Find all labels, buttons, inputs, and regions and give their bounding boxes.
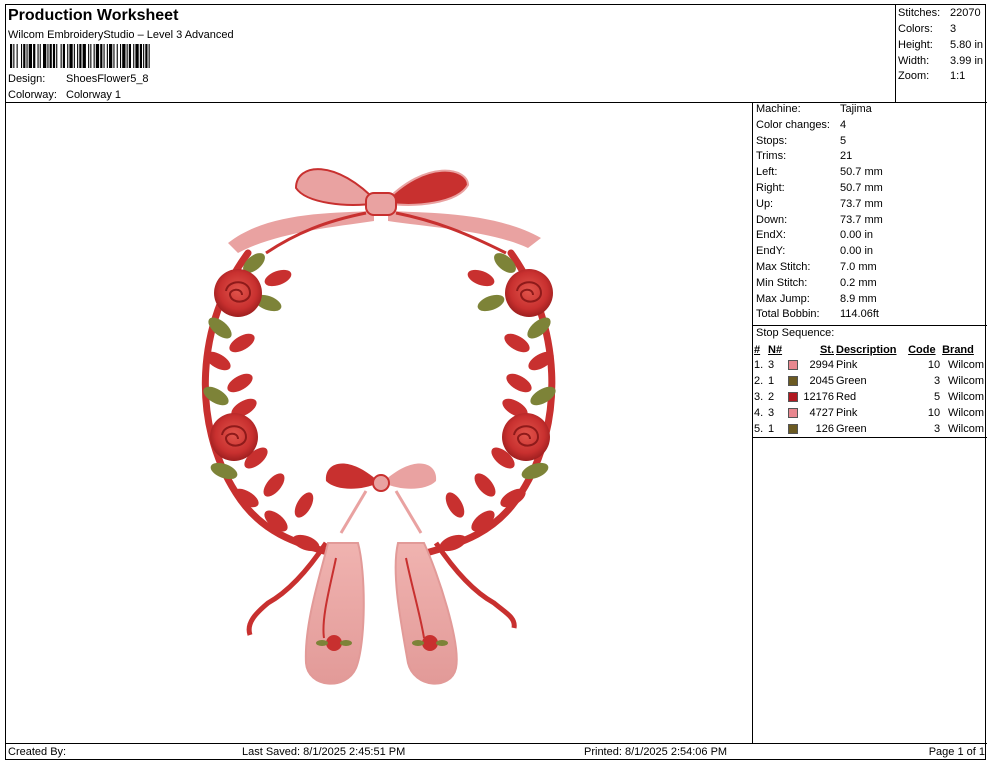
needle-number: 1 [768,375,775,387]
stop-index: 1. [754,359,764,371]
info-row: EndY: 0.00 in [756,245,874,258]
col-header: # [754,343,761,356]
info-row: Down: 73.7 mm [756,213,883,226]
info-row: Left: 50.7 mm [756,166,883,179]
header: Production Worksheet Wilcom EmbroiderySt… [6,5,895,103]
color-description: Pink [836,359,858,371]
summary-panel: Stitches: 22070 Colors: 3 Height: 5.80 in W… [895,5,987,103]
table-row: 5. 1 126 Green 3 Wilcom [753,421,985,437]
info-row: Color changes: 4 [756,118,847,131]
thread-brand: Wilcom [947,375,984,387]
barcode [10,44,150,68]
stop-index: 3. [754,391,764,403]
stitch-count: 4727 [809,407,834,419]
stitch-count: 2994 [809,359,834,371]
needle-number: 3 [768,407,775,419]
design-preview [6,103,753,743]
color-swatch-cell [787,389,801,405]
design-label: Design: [8,73,46,85]
stop-sequence: Stop Sequence: # N# St. Description Code… [753,325,987,438]
thread-brand: Wilcom [947,423,984,435]
needle-number: 2 [768,391,775,403]
table-row: 2. 1 2045 Green 3 Wilcom [753,373,985,389]
info-row: Right: 50.7 mm [756,181,883,194]
thread-brand: Wilcom [947,391,984,403]
color-swatch-cell [787,405,801,421]
info-row: Max Jump: 8.9 mm [756,292,877,305]
table-row: 3. 2 12176 Red 5 Wilcom [753,389,985,405]
table-row: 1. 3 2994 Pink 10 Wilcom [753,357,985,373]
info-row: Stops: 5 [756,134,847,147]
ballet-shoe [304,542,365,685]
last-saved: Last Saved: 8/1/2025 2:45:51 PM [242,746,406,758]
worksheet-page: Production Worksheet Wilcom EmbroiderySt… [5,4,987,760]
page-number: Page 1 of 1 [928,746,985,758]
stitch-count: 2045 [809,375,834,387]
software-name: Wilcom EmbroideryStudio – Level 3 Advanc… [8,29,234,41]
stop-index: 4. [754,407,764,419]
stop-index: 2. [754,375,764,387]
info-row: Max Stitch: 7.0 mm [756,260,877,273]
col-header: Code [908,343,936,356]
info-row: EndX: 0.00 in [756,229,874,242]
printed-date: Printed: 8/1/2025 2:54:06 PM [584,746,728,758]
col-header: Description [836,343,897,356]
rose [505,269,553,317]
color-description: Red [836,391,857,403]
stitch-count: 12176 [803,391,834,403]
info-row: Min Stitch: 0.2 mm [756,276,877,289]
color-swatch [788,408,798,419]
rose [502,413,550,461]
color-code: 5 [933,391,941,403]
info-row: Total Bobbin: 114.06ft [756,308,879,321]
page-title: Production Worksheet [8,7,179,24]
color-code: 3 [933,423,941,435]
color-swatch [788,376,798,387]
rose [210,413,258,461]
col-header: Brand [942,343,974,356]
color-code: 3 [933,375,941,387]
footer: Created By: Last Saved: 8/1/2025 2:45:51… [6,743,987,760]
needle-number: 3 [768,359,775,371]
table-header-row: # N# St. Description Code Brand [753,342,985,357]
colorway-value: Colorway 1 [66,89,122,101]
thread-brand: Wilcom [947,407,984,419]
info-row: Trims: 21 [756,150,853,163]
color-swatch-cell [787,421,801,437]
stop-sequence-heading: Stop Sequence: [756,327,835,339]
info-row: Machine: Tajima [756,103,872,115]
colorway-label: Colorway: [8,89,57,101]
embroidery-design-image [201,168,559,685]
stop-sequence-table: # N# St. Description Code Brand 1. 3 2994 P… [753,342,985,437]
color-swatch-cell [787,373,801,389]
rose [214,269,262,317]
machine-info-panel: Machine: Tajima Color changes: 4 Stops: 5 T… [753,103,987,324]
info-row: Up: 73.7 mm [756,197,883,210]
table-row: 4. 3 4727 Pink 10 Wilcom [753,405,985,421]
color-swatch [788,424,798,435]
thread-brand: Wilcom [947,359,984,371]
color-code: 10 [927,407,941,419]
colorway-row: Colorway: Colorway 1 [8,89,121,101]
stitch-count: 126 [815,423,834,435]
design-row: Design: ShoesFlower5_8 [8,73,149,85]
col-header: N# [768,343,783,356]
color-swatch [788,360,798,371]
ballet-shoe [394,542,458,685]
col-header: St. [819,343,834,356]
design-value: ShoesFlower5_8 [66,73,149,85]
color-description: Green [836,375,867,387]
color-description: Pink [836,407,858,419]
color-code: 10 [927,359,941,371]
color-description: Green [836,423,867,435]
stop-index: 5. [754,423,764,435]
color-swatch [788,392,798,403]
color-swatch-cell [787,357,801,373]
needle-number: 1 [768,423,775,435]
created-by: Created By: [8,746,67,758]
